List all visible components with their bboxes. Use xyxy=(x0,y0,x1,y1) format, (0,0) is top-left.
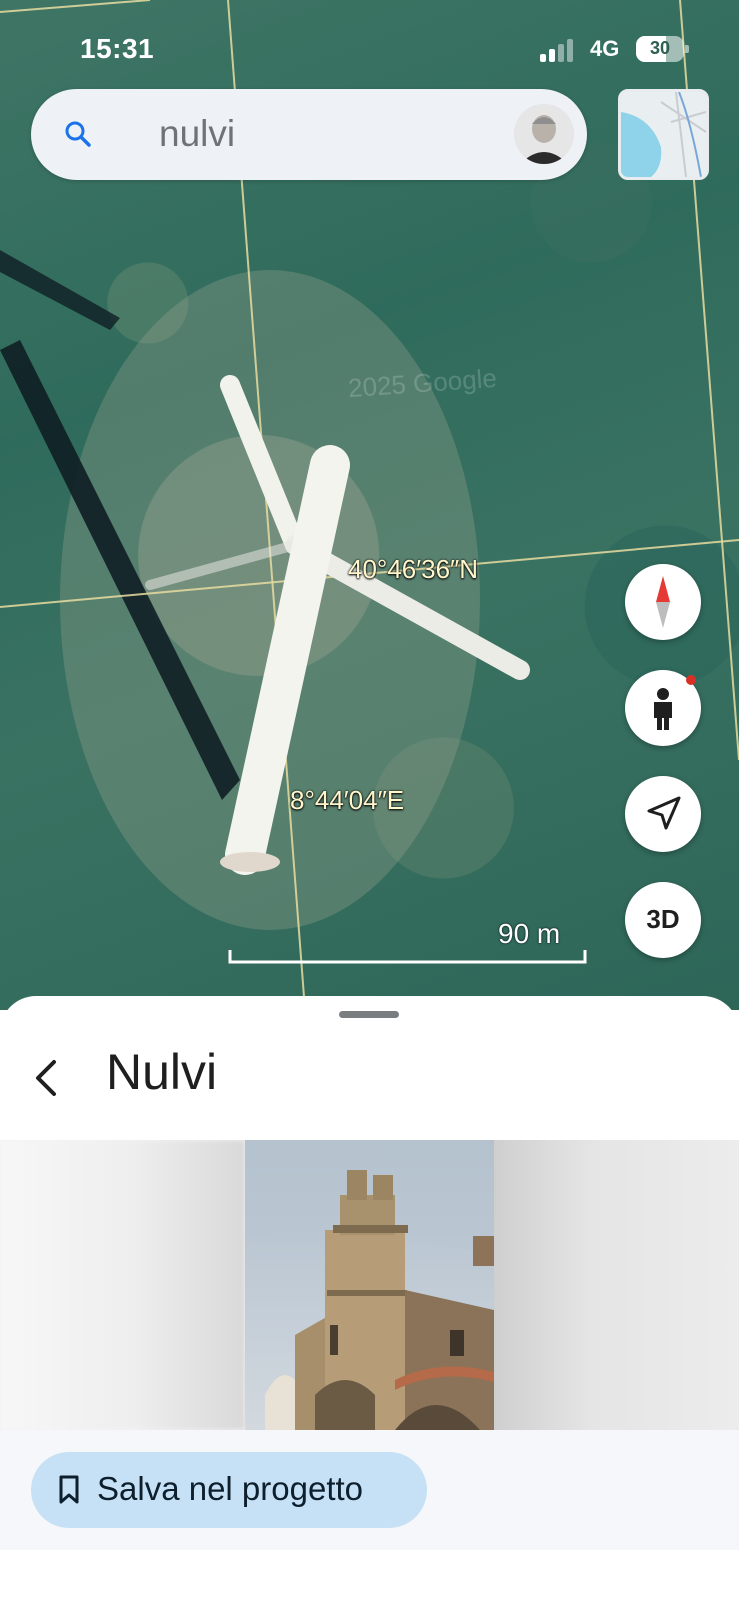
photo-left[interactable] xyxy=(0,1140,245,1430)
map-thumbnail-icon xyxy=(621,92,706,177)
my-location-button[interactable] xyxy=(625,776,701,852)
map-layers-button[interactable] xyxy=(618,89,709,180)
status-bar: 15:31 4G 30 xyxy=(0,30,739,70)
street-view-button[interactable] xyxy=(625,670,701,746)
avatar[interactable] xyxy=(514,104,574,164)
search-input[interactable]: nulvi xyxy=(159,113,235,155)
longitude-label: 8°44′04″E xyxy=(290,785,405,815)
place-title: Nulvi xyxy=(106,1044,218,1100)
3d-label: 3D xyxy=(646,904,680,934)
church-photo xyxy=(245,1140,494,1430)
save-to-project-button[interactable]: Salva nel progetto xyxy=(31,1452,427,1528)
satellite-map[interactable]: 2025 Google 40°46′36″N 8°44′04″E 90 m 15… xyxy=(0,0,739,1010)
action-bar: Salva nel progetto xyxy=(0,1430,739,1550)
network-type: 4G xyxy=(590,36,620,61)
3d-toggle-button[interactable]: 3D xyxy=(625,882,701,958)
bookmark-icon xyxy=(59,1475,79,1504)
back-chevron-icon[interactable] xyxy=(26,1054,66,1102)
place-sheet: Nulvi Salva nel progetto xyxy=(0,996,739,1600)
battery-level: 30 xyxy=(649,38,671,58)
compass-icon xyxy=(656,576,670,628)
status-time: 15:31 xyxy=(80,33,155,64)
scale-label: 90 m xyxy=(498,918,561,949)
search-icon xyxy=(65,121,91,147)
compass-button[interactable] xyxy=(625,564,701,640)
photo-main[interactable] xyxy=(245,1140,494,1430)
battery-icon: 30 xyxy=(636,36,689,62)
signal-icon xyxy=(540,38,582,62)
sheet-drag-handle[interactable] xyxy=(339,1011,399,1018)
latitude-label: 40°46′36″N xyxy=(348,554,479,584)
photo-carousel[interactable] xyxy=(0,1140,739,1430)
search-bar[interactable]: nulvi xyxy=(31,89,587,180)
pegman-icon xyxy=(654,675,696,730)
save-to-project-label: Salva nel progetto xyxy=(97,1470,364,1507)
photo-right[interactable] xyxy=(494,1140,739,1430)
navigate-arrow-icon xyxy=(647,796,681,830)
